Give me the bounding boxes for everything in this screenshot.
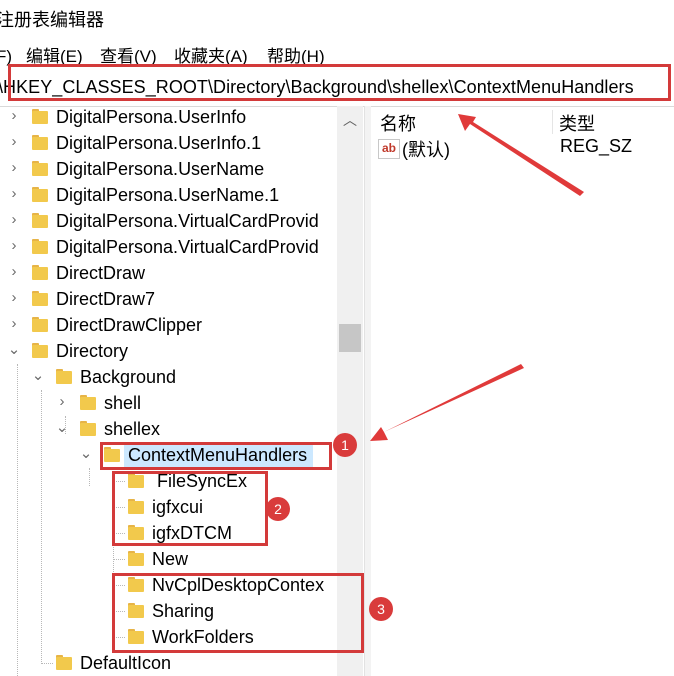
chevron-right-icon[interactable]: ›	[6, 106, 22, 126]
tree-item[interactable]: ⌄ Directory	[0, 338, 340, 364]
tree-item-label: New	[152, 549, 189, 569]
folder-icon	[32, 317, 48, 332]
folder-icon	[32, 291, 48, 306]
tree-item[interactable]: › DigitalPersona.VirtualCardProvid	[0, 208, 340, 234]
window-title: 注册表编辑器	[0, 10, 104, 30]
folder-icon	[56, 369, 72, 384]
tree-item[interactable]: DefaultIcon	[0, 650, 340, 676]
tree-item-label: DirectDraw	[56, 263, 146, 283]
tree-item[interactable]: › DigitalPersona.UserInfo.1	[0, 130, 340, 156]
tree-item-label: Background	[80, 367, 177, 387]
folder-icon	[32, 265, 48, 280]
folder-icon	[56, 655, 72, 670]
tree-item-label: DirectDraw7	[56, 289, 156, 309]
chevron-right-icon[interactable]: ›	[6, 132, 22, 152]
tree-item-label: DigitalPersona.UserInfo.1	[56, 133, 262, 153]
chevron-right-icon[interactable]: ›	[6, 262, 22, 282]
address-highlight-box	[8, 64, 671, 101]
chevron-down-icon[interactable]: ⌄	[54, 418, 70, 438]
folder-icon	[32, 239, 48, 254]
tree-item-label: DefaultIcon	[80, 653, 172, 673]
tree-item[interactable]: › DigitalPersona.UserName	[0, 156, 340, 182]
selected-key-highlight-box	[100, 442, 332, 470]
tree-item-label: Directory	[56, 341, 129, 361]
chevron-right-icon[interactable]: ›	[6, 210, 22, 230]
folder-icon	[32, 161, 48, 176]
tree-item-label: DigitalPersona.UserInfo	[56, 107, 247, 127]
folder-icon	[80, 421, 96, 436]
tree-item[interactable]: New	[0, 546, 340, 572]
folder-icon	[32, 343, 48, 358]
folder-icon	[32, 109, 48, 124]
column-header-type[interactable]: 类型	[559, 110, 595, 136]
tree-item[interactable]: › DirectDraw	[0, 260, 340, 286]
column-divider[interactable]	[552, 110, 553, 134]
folder-icon	[32, 213, 48, 228]
tree-item[interactable]: › DirectDraw7	[0, 286, 340, 312]
value-type[interactable]: REG_SZ	[560, 136, 632, 157]
tree-item[interactable]: › DirectDrawClipper	[0, 312, 340, 338]
chevron-down-icon[interactable]: ⌄	[78, 444, 94, 464]
tree-item[interactable]: › DigitalPersona.UserName.1	[0, 182, 340, 208]
group-3-highlight-box	[112, 573, 364, 653]
tree-item-label: DigitalPersona.VirtualCardProvid	[56, 211, 319, 231]
chevron-right-icon[interactable]: ›	[6, 184, 22, 204]
tree-item-label: DigitalPersona.UserName.1	[56, 185, 280, 205]
tree-item-label: shellex	[104, 419, 161, 439]
chevron-right-icon[interactable]: ›	[6, 288, 22, 308]
tree-item[interactable]: ⌄ Background	[0, 364, 340, 390]
folder-icon	[128, 551, 144, 566]
chevron-right-icon[interactable]: ›	[6, 314, 22, 334]
annotation-badge-2: 2	[266, 497, 290, 521]
folder-icon	[80, 395, 96, 410]
folder-icon	[32, 187, 48, 202]
chevron-right-icon[interactable]: ›	[6, 236, 22, 256]
chevron-right-icon[interactable]: ›	[54, 392, 70, 412]
values-pane: 名称 类型 ab (默认) REG_SZ	[370, 106, 674, 676]
annotation-badge-1: 1	[333, 433, 357, 457]
folder-icon	[32, 135, 48, 150]
tree-item-label: DigitalPersona.VirtualCardProvid	[56, 237, 319, 257]
scroll-thumb[interactable]	[339, 324, 361, 352]
chevron-right-icon[interactable]: ›	[6, 158, 22, 178]
string-value-icon: ab	[378, 139, 400, 159]
group-2-highlight-box	[112, 471, 268, 546]
chevron-down-icon[interactable]: ⌄	[30, 366, 46, 386]
chevron-down-icon[interactable]: ⌄	[6, 340, 22, 360]
tree-item[interactable]: › shell	[0, 390, 340, 416]
tree-item[interactable]: › DigitalPersona.VirtualCardProvid	[0, 234, 340, 260]
column-header-name[interactable]: 名称	[380, 110, 416, 136]
tree-item[interactable]: ⌄ shellex	[0, 416, 340, 442]
value-name[interactable]: (默认)	[402, 136, 450, 162]
title-bar: 注册表编辑器	[0, 0, 674, 40]
tree-item-label: shell	[104, 393, 142, 413]
tree-item-label: DirectDrawClipper	[56, 315, 203, 335]
tree-item-label: DigitalPersona.UserName	[56, 159, 265, 179]
annotation-badge-3: 3	[369, 597, 393, 621]
tree-item[interactable]: › DigitalPersona.UserInfo	[0, 106, 340, 130]
scroll-up-arrow-icon[interactable]: ︿	[337, 110, 363, 130]
